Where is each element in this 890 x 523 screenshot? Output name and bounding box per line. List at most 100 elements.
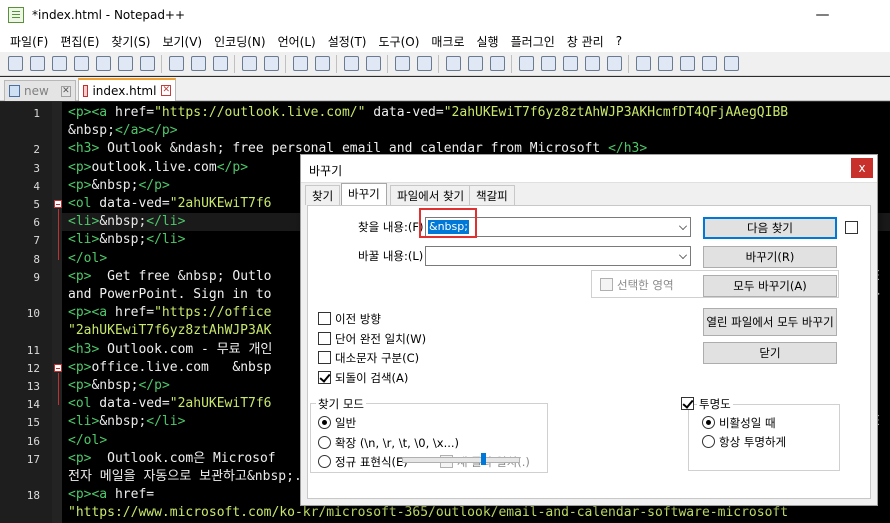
paste-button[interactable] [209,53,231,75]
code-line[interactable]: <p>outlook.live.com</p> [68,159,248,177]
mode-regex-radio[interactable] [318,455,331,468]
fold-margin[interactable] [52,102,62,523]
find-button[interactable] [289,53,311,75]
indent-guide-button[interactable] [486,53,508,75]
record-macro-button[interactable] [632,53,654,75]
code-line[interactable]: <li>&nbsp;</li> [68,413,185,431]
menu-item[interactable]: 보기(V) [156,33,208,50]
copy-button[interactable] [187,53,209,75]
code-line[interactable]: <p>&nbsp;</p> [68,377,170,395]
extra-option-checkbox[interactable] [845,221,858,234]
dialog-tab-find-in-files[interactable]: 파일에서 찾기 [390,185,472,205]
function-list-button[interactable] [559,53,581,75]
save-all-button[interactable] [70,53,92,75]
save-button[interactable] [48,53,70,75]
word-wrap-button[interactable] [442,53,464,75]
stop-macro-button[interactable] [654,53,676,75]
code-line[interactable]: <p>office.live.com &nbsp [68,359,272,377]
dialog-tab-find[interactable]: 찾기 [305,185,341,205]
code-line[interactable]: <p> Get free &nbsp; Outlo [68,268,272,286]
sync-vertical-button[interactable] [391,53,413,75]
tab-index-html[interactable]: index.html ✕ [78,78,176,101]
cut-button[interactable] [165,53,187,75]
code-line[interactable]: 전자 메일을 자동으로 보관하고&nbsp;... [68,468,317,486]
chevron-down-icon[interactable] [679,251,687,259]
menu-item[interactable]: 실행 [471,33,505,50]
tab-close-icon[interactable]: ✕ [161,85,171,96]
menu-item[interactable]: 플러그인 [505,33,561,50]
replace-all-open-files-button[interactable]: 열린 파일에서 모두 바꾸기 [703,308,837,336]
run-macro-button[interactable] [698,53,720,75]
menu-item[interactable]: 설정(T) [322,33,373,50]
folder-workspace-button[interactable] [581,53,603,75]
code-line[interactable]: <li>&nbsp;</li> [68,231,185,249]
replace-input[interactable] [425,246,691,266]
close-all-button[interactable] [114,53,136,75]
menu-item[interactable]: ? [610,34,628,48]
code-line[interactable]: <li>&nbsp;</li> [68,213,185,231]
menu-item[interactable]: 매크로 [425,33,470,50]
code-line[interactable]: <h3> Outlook.com - 무료 개인 [68,341,272,359]
dialog-close-button[interactable]: x [851,158,873,178]
show-all-chars-button[interactable] [464,53,486,75]
code-line[interactable]: <p><a href="https://outlook.live.com/" d… [68,104,788,122]
minimize-button[interactable]: — [800,0,845,30]
undo-button[interactable] [238,53,260,75]
find-next-button[interactable]: 다음 찾기 [703,217,837,239]
zoom-in-button[interactable] [340,53,362,75]
transparency-slider[interactable] [402,453,520,465]
doc-map-button[interactable] [537,53,559,75]
close-dialog-button[interactable]: 닫기 [703,342,837,364]
fold-toggle-icon[interactable] [54,363,62,372]
menu-item[interactable]: 파일(F) [4,33,54,50]
user-lang-button[interactable] [515,53,537,75]
mode-normal-radio[interactable] [318,416,331,429]
menu-item[interactable]: 찾기(S) [105,33,156,50]
slider-thumb[interactable] [481,453,486,465]
code-line[interactable]: </ol> [68,250,107,268]
sync-horizontal-button[interactable] [413,53,435,75]
new-file-button[interactable] [4,53,26,75]
transparency-checkbox[interactable] [681,397,694,410]
menu-item[interactable]: 인코딩(N) [208,33,271,50]
transparency-inactive-radio[interactable] [702,416,715,429]
close-button[interactable] [92,53,114,75]
code-line[interactable]: <p> Outlook.com은 Microsof [68,450,276,468]
code-line[interactable]: &nbsp;</a></p> [68,122,178,140]
code-line[interactable]: <p><a href="https://office [68,304,272,322]
code-line[interactable]: <ol data-ved="2ahUKEwiT7f6 [68,195,272,213]
code-line[interactable]: "2ahUKEwiT7f6yz8ztAhWJP3AK [68,322,272,340]
transparency-always-radio[interactable] [702,435,715,448]
in-selection-checkbox[interactable] [600,278,613,291]
tab-close-icon[interactable]: ✕ [60,85,71,97]
menu-item[interactable]: 창 관리 [561,33,610,50]
menu-item[interactable]: 도구(O) [373,33,426,50]
code-line[interactable]: </ol> [68,432,107,450]
code-line[interactable]: <ol data-ved="2ahUKEwiT7f6 [68,395,272,413]
dialog-tab-bookmarks[interactable]: 책갈피 [469,185,515,205]
menu-item[interactable]: 편집(E) [54,33,105,50]
mode-extended-radio[interactable] [318,436,331,449]
open-file-button[interactable] [26,53,48,75]
monitor-button[interactable] [603,53,625,75]
chevron-down-icon[interactable] [679,222,687,230]
code-line[interactable]: "https://www.microsoft.com/ko-kr/microso… [68,504,788,522]
save-macro-button[interactable] [720,53,742,75]
backward-checkbox[interactable] [318,312,331,325]
code-line[interactable]: <p><a href= [68,486,154,504]
whole-word-checkbox[interactable] [318,332,331,345]
replace-button[interactable] [311,53,333,75]
code-line[interactable]: <p>&nbsp;</p> [68,177,170,195]
fold-toggle-icon[interactable] [54,200,62,208]
menu-item[interactable]: 언어(L) [272,33,322,50]
play-macro-button[interactable] [676,53,698,75]
redo-button[interactable] [260,53,282,75]
code-line[interactable]: and PowerPoint. Sign in to [68,286,272,304]
match-case-checkbox[interactable] [318,351,331,364]
replace-button[interactable]: 바꾸기(R) [703,246,837,268]
replace-all-button[interactable]: 모두 바꾸기(A) [703,275,837,297]
dialog-tab-replace[interactable]: 바꾸기 [341,183,387,206]
print-button[interactable] [136,53,158,75]
wrap-around-checkbox[interactable] [318,371,331,384]
tab-new[interactable]: new ✕ [4,80,76,101]
